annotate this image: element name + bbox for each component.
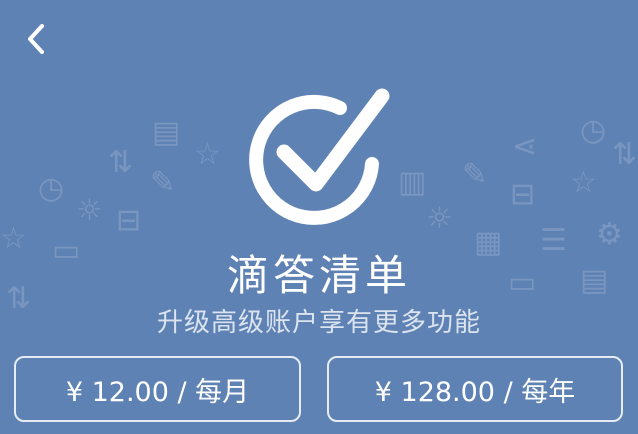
inbox-icon: ⊟: [116, 203, 142, 238]
back-button[interactable]: [20, 20, 52, 58]
monthly-plan-button[interactable]: ¥ 12.00 / 每月: [14, 356, 301, 422]
trash-icon: ▥: [398, 165, 427, 200]
app-subtitle: 升级高级账户享有更多功能: [156, 308, 481, 338]
clock-icon: ◷: [38, 171, 65, 206]
sort-icon: ⇅: [612, 137, 638, 172]
pencil-icon: ✎: [150, 165, 176, 200]
star-icon: ☆: [570, 165, 597, 200]
sun-icon: ☼: [426, 201, 453, 236]
chevron-left-icon: [28, 24, 44, 54]
clock-icon: ◷: [580, 113, 607, 148]
monthly-plan-label: ¥ 12.00 / 每月: [65, 376, 250, 408]
app-logo: [246, 84, 396, 234]
pencil-icon: ✎: [462, 157, 488, 192]
app-title: 滴答清单: [226, 251, 411, 300]
yearly-plan-button[interactable]: ¥ 128.00 / 每年: [327, 356, 623, 422]
document-icon: ▤: [152, 115, 181, 150]
star-icon: ☆: [194, 137, 221, 172]
sort-icon: ⇅: [108, 145, 134, 180]
share-icon: ⋖: [512, 129, 538, 164]
yearly-plan-label: ¥ 128.00 / 每年: [374, 376, 576, 408]
inbox-icon: ⊟: [510, 177, 536, 212]
check-circle-icon: [249, 88, 390, 225]
sun-icon: ☼: [76, 193, 103, 228]
